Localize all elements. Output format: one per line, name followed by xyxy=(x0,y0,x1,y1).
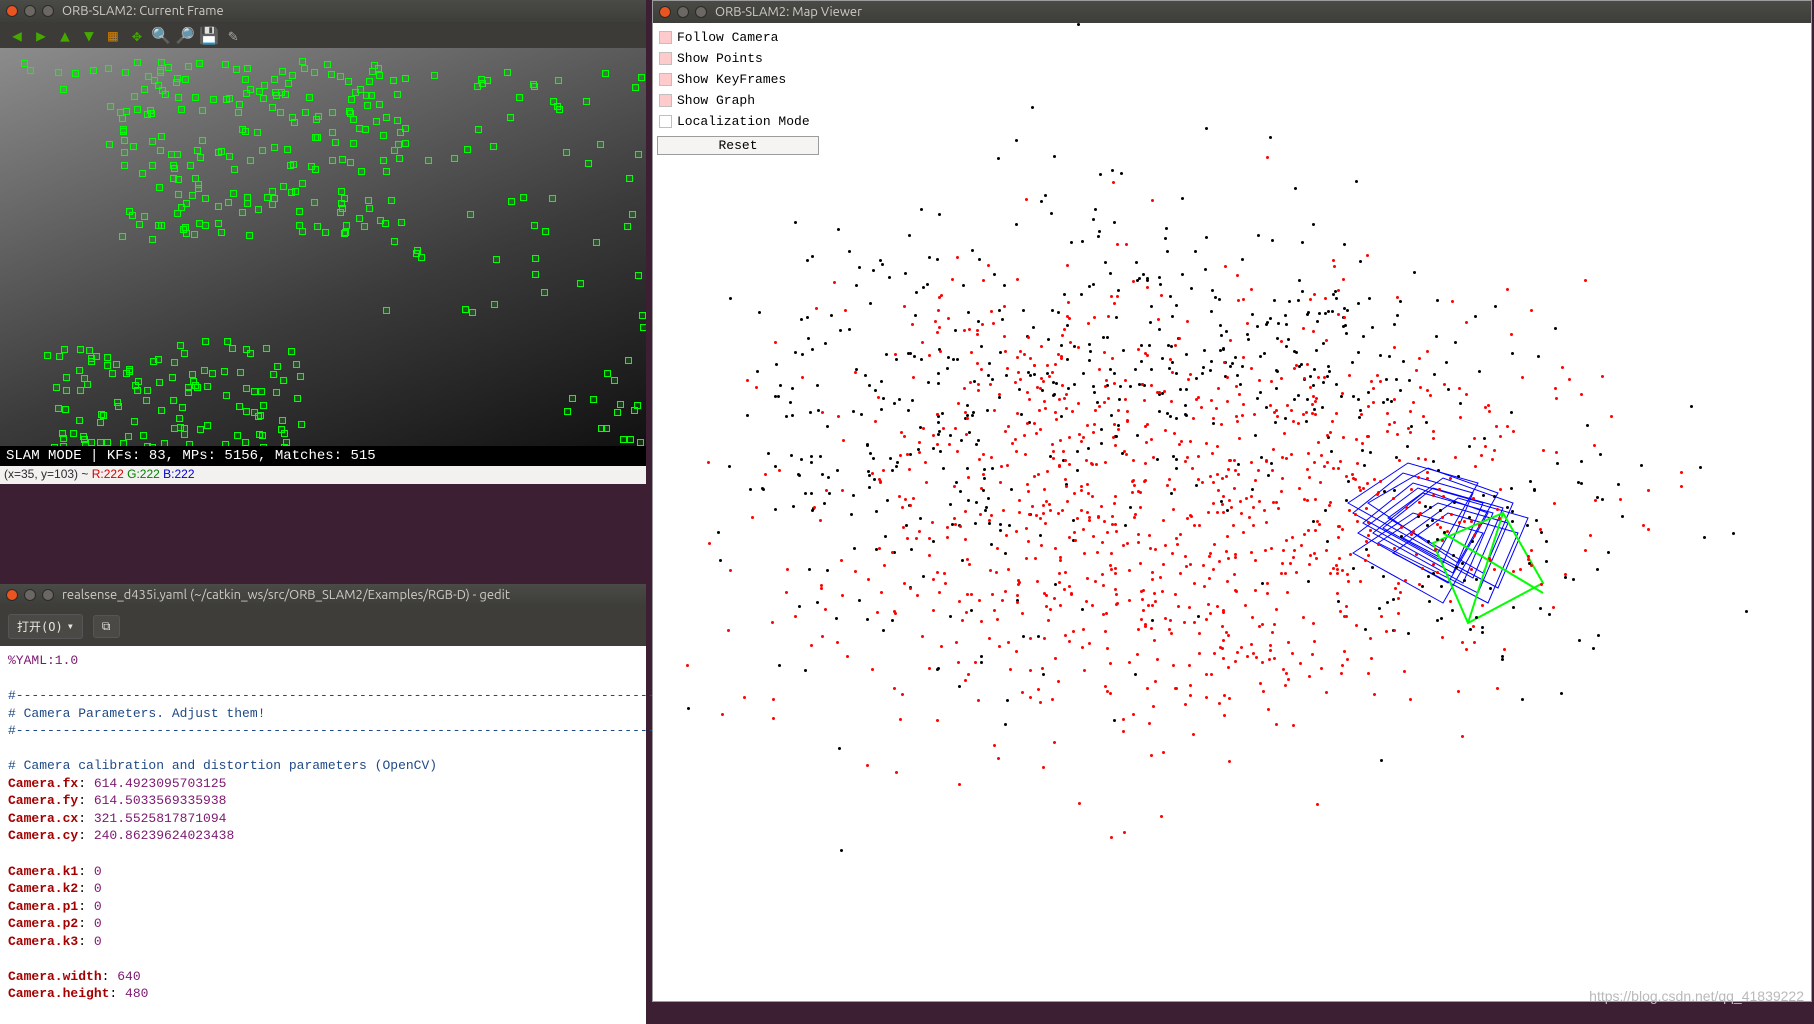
show-graph-option[interactable]: Show Graph xyxy=(657,90,819,111)
open-label: 打开(O) xyxy=(17,618,63,635)
open-button[interactable]: 打开(O) ▾ xyxy=(8,614,83,639)
map-viewer-titlebar[interactable]: ORB-SLAM2: Map Viewer xyxy=(653,1,1811,23)
arrow-right-icon[interactable]: ▶ xyxy=(32,26,50,44)
checkbox-icon[interactable] xyxy=(659,31,672,44)
show-keyframes-option[interactable]: Show KeyFrames xyxy=(657,69,819,90)
minimize-icon[interactable] xyxy=(24,5,36,17)
arrow-up-icon[interactable]: ▲ xyxy=(56,26,74,44)
pan-icon[interactable]: ✥ xyxy=(128,26,146,44)
save-icon[interactable]: 💾 xyxy=(200,26,218,44)
checkbox-icon[interactable] xyxy=(659,52,672,65)
coord-pos: (x=35, y=103) ~ xyxy=(4,467,92,481)
chevron-down-icon: ▾ xyxy=(67,619,74,633)
gedit-window: realsense_d435i.yaml (~/catkin_ws/src/OR… xyxy=(0,584,646,1024)
image-toolbar: ◀ ▶ ▲ ▼ ▦ ✥ 🔍 🔎 💾 ✎ xyxy=(0,22,646,48)
coord-g: G:222 xyxy=(127,467,160,481)
gedit-titlebar[interactable]: realsense_d435i.yaml (~/catkin_ws/src/OR… xyxy=(0,584,646,606)
close-icon[interactable] xyxy=(6,5,18,17)
coord-b: B:222 xyxy=(163,467,194,481)
window-title: ORB-SLAM2: Current Frame xyxy=(62,4,224,18)
window-title: ORB-SLAM2: Map Viewer xyxy=(715,5,862,19)
new-tab-icon: ⧉ xyxy=(102,619,111,634)
new-tab-button[interactable]: ⧉ xyxy=(93,615,120,638)
checkbox-icon[interactable] xyxy=(659,115,672,128)
reset-button[interactable]: Reset xyxy=(657,136,819,155)
editor-body[interactable]: %YAML:1.0 #-----------------------------… xyxy=(0,646,646,1009)
coord-r: R:222 xyxy=(92,467,124,481)
show-points-option[interactable]: Show Points xyxy=(657,48,819,69)
maximize-icon[interactable] xyxy=(42,5,54,17)
maximize-icon[interactable] xyxy=(695,6,707,18)
minimize-icon[interactable] xyxy=(24,589,36,601)
arrow-left-icon[interactable]: ◀ xyxy=(8,26,26,44)
zoom-out-icon[interactable]: 🔎 xyxy=(176,26,194,44)
camera-frame xyxy=(0,48,646,446)
close-icon[interactable] xyxy=(6,589,18,601)
arrow-down-icon[interactable]: ▼ xyxy=(80,26,98,44)
brush-icon[interactable]: ✎ xyxy=(224,26,242,44)
follow-camera-option[interactable]: Follow Camera xyxy=(657,27,819,48)
home-icon[interactable]: ▦ xyxy=(104,26,122,44)
checkbox-icon[interactable] xyxy=(659,73,672,86)
pixel-coord-bar: (x=35, y=103) ~ R:222 G:222 B:222 xyxy=(0,466,646,484)
checkbox-icon[interactable] xyxy=(659,94,672,107)
map-viewer-window: ORB-SLAM2: Map Viewer xyxy=(652,0,1812,1002)
maximize-icon[interactable] xyxy=(42,589,54,601)
map-controls: Follow Camera Show Points Show KeyFrames… xyxy=(653,23,823,161)
zoom-in-icon[interactable]: 🔍 xyxy=(152,26,170,44)
map-canvas[interactable] xyxy=(653,23,1811,1001)
close-icon[interactable] xyxy=(659,6,671,18)
localization-mode-option[interactable]: Localization Mode xyxy=(657,111,819,132)
slam-status-bar: SLAM MODE | KFs: 83, MPs: 5156, Matches:… xyxy=(0,446,646,466)
window-title: realsense_d435i.yaml (~/catkin_ws/src/OR… xyxy=(62,588,510,602)
current-frame-titlebar[interactable]: ORB-SLAM2: Current Frame xyxy=(0,0,646,22)
yaml-directive: %YAML:1.0 xyxy=(8,653,78,668)
watermark: https://blog.csdn.net/qq_41839222 xyxy=(1589,988,1804,1004)
minimize-icon[interactable] xyxy=(677,6,689,18)
gedit-toolbar: 打开(O) ▾ ⧉ xyxy=(0,606,646,646)
current-frame-window: ORB-SLAM2: Current Frame ◀ ▶ ▲ ▼ ▦ ✥ 🔍 🔎… xyxy=(0,0,646,484)
